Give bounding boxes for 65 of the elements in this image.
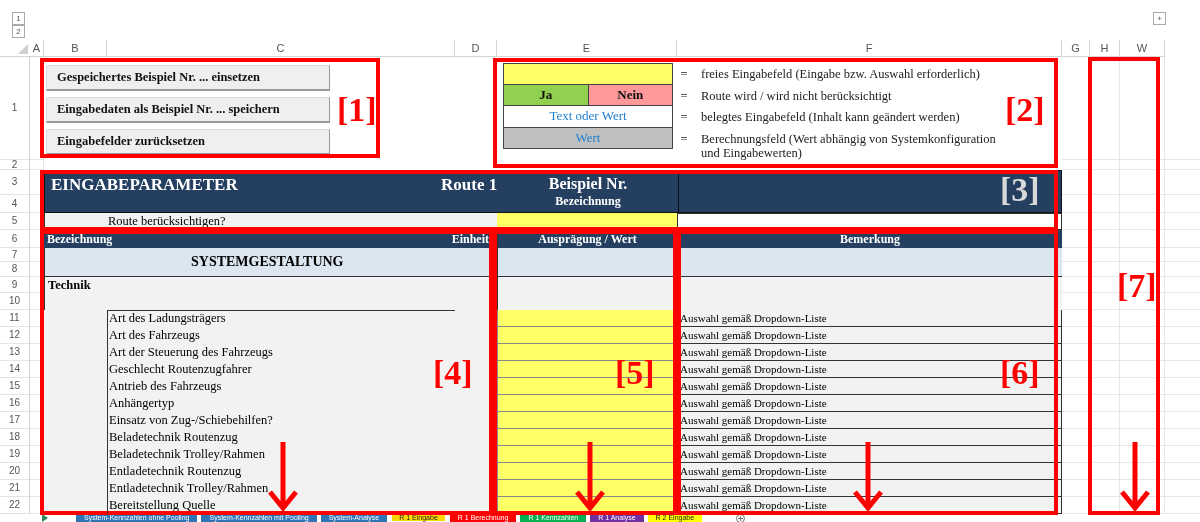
down-arrow	[574, 440, 606, 512]
expand-button[interactable]: +	[1153, 12, 1166, 25]
annotation-label: [5]	[615, 355, 655, 391]
annotation-label: [3]	[1000, 172, 1040, 208]
row-header[interactable]: 1	[0, 57, 30, 160]
row-header[interactable]: 22	[0, 497, 30, 514]
legend-description: belegtes Eingabefeld (Inhalt kann geändert werden)	[700, 109, 960, 126]
example-label: Beispiel Nr.	[548, 175, 628, 193]
legend-swatch: Text oder Wert	[503, 106, 673, 128]
equals-sign: =	[679, 66, 689, 83]
row-header[interactable]: 20	[0, 463, 30, 480]
down-arrow	[852, 440, 884, 512]
row-header[interactable]: 16	[0, 395, 30, 412]
sheet-title: EINGABEPARAMETER	[51, 175, 238, 195]
column-header[interactable]: G	[1062, 40, 1090, 57]
row-header[interactable]: 12	[0, 327, 30, 344]
row-header[interactable]: 7	[0, 248, 30, 262]
equals-sign: =	[679, 87, 689, 105]
row-header[interactable]: 19	[0, 446, 30, 463]
row-header[interactable]: 21	[0, 480, 30, 497]
example-subtitle: Bezeichnung	[555, 193, 621, 209]
row-header[interactable]: 14	[0, 361, 30, 378]
route-label: Route 1	[441, 175, 498, 195]
next-sheet-icon[interactable]	[42, 514, 48, 522]
legend-swatch: Wert	[503, 127, 673, 149]
legend-description: Route wird / wird nicht berücksichtigt	[700, 87, 892, 105]
annotation-label: [1]	[337, 92, 377, 128]
row-header[interactable]: 17	[0, 412, 30, 429]
row-header[interactable]: 6	[0, 230, 30, 248]
row-header[interactable]: 5	[0, 213, 30, 230]
outline-level-button[interactable]: 2	[12, 25, 25, 38]
row-header[interactable]: 2	[0, 160, 30, 170]
macro-button[interactable]: Eingabedaten als Beispiel Nr. ... speichern	[46, 97, 330, 123]
equals-sign: =	[679, 130, 689, 148]
annotation-label: [2]	[1005, 92, 1045, 128]
row-header[interactable]: 9	[0, 277, 30, 293]
outline-level-button[interactable]: 1	[12, 12, 25, 25]
column-header[interactable]: C	[107, 40, 455, 57]
column-header[interactable]: D	[455, 40, 497, 57]
column-header[interactable]: E	[497, 40, 677, 57]
row-header[interactable]: 10	[0, 293, 30, 310]
legend-swatch: Ja	[504, 84, 589, 105]
column-header[interactable]: F	[677, 40, 1062, 57]
row-header[interactable]: 13	[0, 344, 30, 361]
add-sheet-icon[interactable]	[736, 513, 746, 522]
row-header[interactable]: 18	[0, 429, 30, 446]
row-header[interactable]: 11	[0, 310, 30, 327]
column-header: Einheit	[451, 231, 489, 247]
legend-description: Berechnungsfeld (Wert abhängig von Systemkonfiguration und Eingabewerten)	[700, 130, 997, 160]
column-header[interactable]: B	[44, 40, 107, 57]
macro-button[interactable]: Eingabefelder zurücksetzen	[46, 129, 330, 155]
row-header[interactable]: 15	[0, 378, 30, 395]
annotation-label: [7]	[1117, 268, 1157, 304]
column-header[interactable]: W	[1120, 40, 1165, 57]
equals-sign: =	[679, 109, 689, 126]
down-arrow	[267, 440, 299, 512]
column-header: Bezeichnung	[47, 231, 113, 247]
row-header[interactable]: 3	[0, 170, 30, 195]
column-header[interactable]: H	[1090, 40, 1120, 57]
row-header[interactable]: 8	[0, 262, 30, 277]
row-header[interactable]: 4	[0, 195, 30, 213]
down-arrow	[1119, 440, 1151, 512]
legend-description: freies Eingabefeld (Eingabe bzw. Auswahl erforderlich)	[700, 66, 980, 83]
column-header[interactable]: A	[30, 40, 44, 57]
macro-button[interactable]: Gespeichertes Beispiel Nr. ... einsetzen	[46, 65, 330, 91]
